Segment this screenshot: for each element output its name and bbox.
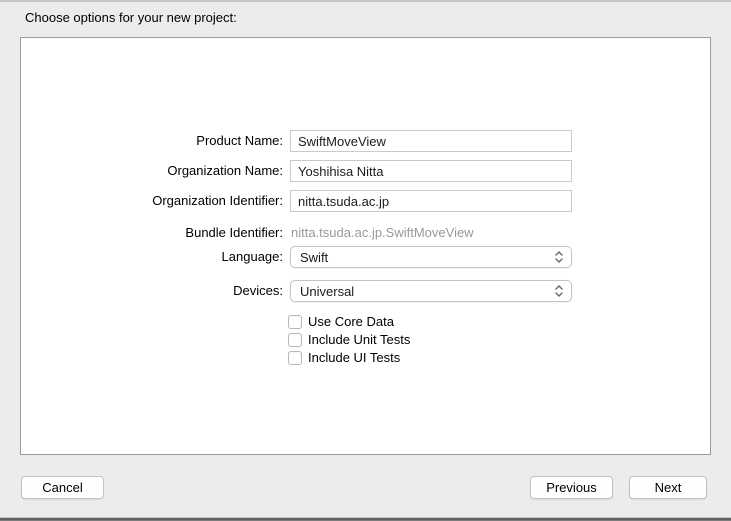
include-unit-tests-checkbox[interactable]	[288, 333, 302, 347]
language-popup[interactable]: Swift	[290, 246, 572, 268]
bundle-identifier-value: nitta.tsuda.ac.jp.SwiftMoveView	[291, 225, 474, 240]
product-name-label: Product Name:	[196, 133, 283, 148]
next-button[interactable]: Next	[629, 476, 707, 499]
organization-identifier-input[interactable]	[290, 190, 572, 212]
window-bottom-edge	[0, 517, 731, 521]
organization-identifier-label: Organization Identifier:	[152, 193, 283, 208]
devices-popup[interactable]: Universal	[290, 280, 572, 302]
devices-popup-value: Universal	[300, 283, 355, 299]
language-label: Language:	[221, 249, 283, 264]
product-name-input[interactable]	[290, 130, 572, 152]
organization-name-label: Organization Name:	[167, 163, 283, 178]
window-top-edge	[0, 0, 731, 2]
include-ui-tests-label[interactable]: Include UI Tests	[308, 350, 400, 366]
devices-label: Devices:	[233, 283, 283, 298]
use-core-data-row: Use Core Data	[288, 314, 394, 330]
language-popup-value: Swift	[300, 249, 329, 265]
sheet-title: Choose options for your new project:	[25, 10, 237, 25]
previous-button[interactable]: Previous	[530, 476, 613, 499]
use-core-data-label[interactable]: Use Core Data	[308, 314, 394, 330]
chevron-up-down-icon	[551, 283, 567, 299]
include-ui-tests-row: Include UI Tests	[288, 350, 400, 366]
include-unit-tests-row: Include Unit Tests	[288, 332, 410, 348]
use-core-data-checkbox[interactable]	[288, 315, 302, 329]
include-ui-tests-checkbox[interactable]	[288, 351, 302, 365]
chevron-up-down-icon	[551, 249, 567, 265]
include-unit-tests-label[interactable]: Include Unit Tests	[308, 332, 410, 348]
bundle-identifier-label: Bundle Identifier:	[185, 225, 283, 240]
organization-name-input[interactable]	[290, 160, 572, 182]
cancel-button[interactable]: Cancel	[21, 476, 104, 499]
